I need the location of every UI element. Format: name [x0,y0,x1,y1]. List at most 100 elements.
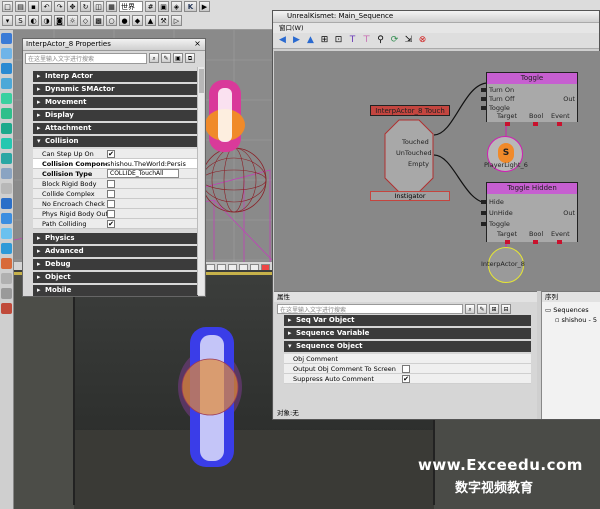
collapse-all-icon[interactable]: ⊟ [501,303,511,314]
toggle-out[interactable]: Out [563,95,575,103]
lightbulb-actor-perspective[interactable] [178,327,242,467]
category-advanced[interactable]: ▸ Advanced [33,246,198,257]
toggle-hidden-out[interactable]: Out [563,209,575,217]
category-display[interactable]: ▸ Display [33,110,198,121]
bool-pin[interactable] [533,240,538,244]
cylinder-brush-icon[interactable] [1,123,12,134]
search-icon[interactable]: ⚲ [375,35,386,46]
event-pin[interactable] [557,122,562,126]
touch-event-node[interactable]: InterpActor_8 Touch Touched UnTouched Em… [370,105,450,201]
new-icon[interactable]: □ [2,1,13,12]
volume-brush-icon[interactable] [1,183,12,194]
detail-icon[interactable]: ◆ [132,15,143,26]
properties-scrollbar[interactable] [197,67,204,295]
back-arrow-icon[interactable]: ◀ [277,35,288,46]
properties-search-input[interactable]: 在这里输入文字进行搜索 [25,52,147,64]
move-icon[interactable]: ✥ [67,1,78,12]
property-checkbox[interactable]: ✔ [402,374,410,383]
copy-icon[interactable]: ⧉ [185,53,195,63]
kismet-menu-window[interactable]: 窗口(W) [273,23,599,33]
target-pin[interactable] [505,122,510,126]
category-sequence-variable[interactable]: ▸ Sequence Variable [284,328,531,339]
category-dynamic-smactor[interactable]: ▸ Dynamic SMActor [33,84,198,95]
lock-icon[interactable]: ▣ [173,53,183,63]
rotate-icon[interactable]: ↻ [80,1,91,12]
input-pin[interactable] [481,106,486,110]
input-pin[interactable] [481,97,486,101]
redo-icon[interactable]: ↷ [54,1,65,12]
category-physics[interactable]: ▸ Physics [33,233,198,244]
collision-type-select[interactable]: COLLIDE_TouchAll [107,169,179,178]
toggle-toggle[interactable]: Toggle [489,104,510,112]
expand-all-icon[interactable]: ⊞ [489,303,499,314]
player-light-var[interactable]: S PlayerLight_6 [484,136,528,172]
unlit-icon[interactable]: ○ [106,15,117,26]
interp-actor-var[interactable]: InterpActor_8 [481,247,525,283]
parent-sequence-icon[interactable]: ⊞ [319,35,330,46]
scrollbar-thumb[interactable] [199,69,204,93]
show-all-icon[interactable] [1,303,12,314]
terrain-mode-icon[interactable] [1,63,12,74]
input-pin[interactable] [481,222,486,226]
input-pin[interactable] [481,211,486,215]
category-seq-var-object[interactable]: ▸ Seq Var Object [284,315,531,326]
tree-item-sequences[interactable]: ▭ Sequences [545,305,597,315]
content-icon[interactable]: ◈ [171,1,182,12]
camera-icon[interactable]: ◙ [54,15,65,26]
browser-icon[interactable]: ▣ [158,1,169,12]
update-icon[interactable]: ⟳ [389,35,400,46]
up-arrow-icon[interactable]: ▲ [305,35,316,46]
show-icon[interactable]: ◑ [41,15,52,26]
search-icon[interactable]: ⌕ [149,53,159,63]
lock-icon[interactable]: ▾ [2,15,13,26]
select-show-icon[interactable] [1,273,12,284]
category-mobile[interactable]: ▸ Mobile [33,285,198,296]
undo-icon[interactable]: ↶ [41,1,52,12]
toggle-hidden-node[interactable]: Toggle Hidden Hide UnHide Toggle Out Tar… [481,182,578,244]
csg-subtract-icon[interactable] [1,213,12,224]
kismet-button[interactable]: K [184,1,197,12]
search-icon[interactable]: ⌕ [465,303,475,314]
bool-pin[interactable] [533,122,538,126]
properties-titlebar[interactable]: InterpActor_8 Properties × [23,39,205,51]
play-icon[interactable]: ▷ [171,15,182,26]
csg-deintersect-icon[interactable] [1,243,12,254]
geometry-mode-icon[interactable] [1,48,12,59]
close-icon[interactable]: × [193,40,202,49]
input-pin[interactable] [481,88,486,92]
camera-mode-icon[interactable] [1,33,12,44]
category-debug[interactable]: ▸ Debug [33,259,198,270]
wireframe-icon[interactable]: ▩ [93,15,104,26]
shader-icon[interactable]: ▲ [145,15,156,26]
category-collision[interactable]: ▾ Collision [33,136,198,147]
build-icon[interactable]: ⚒ [158,15,169,26]
category-object[interactable]: ▸ Object [33,272,198,283]
property-checkbox[interactable] [107,199,115,208]
scale-icon[interactable]: ◫ [93,1,104,12]
kismet-search-input[interactable]: 在这里输入文字进行搜索 [277,303,463,314]
clear-search-icon[interactable]: ✎ [477,303,487,314]
realtime-icon[interactable]: ◇ [80,15,91,26]
matinee-icon[interactable]: ▶ [199,1,210,12]
cube-brush-icon[interactable] [1,93,12,104]
coordinate-system-select[interactable]: 世界 [119,1,143,12]
property-checkbox[interactable]: ✔ [107,219,115,228]
cone-brush-icon[interactable] [1,108,12,119]
category-attachment[interactable]: ▸ Attachment [33,123,198,134]
stairs-brush-icon[interactable] [1,153,12,164]
instigator-link[interactable]: Instigator [370,191,450,201]
toggle-turn-on[interactable]: Turn On [489,86,514,94]
lit-icon[interactable]: ● [119,15,130,26]
lightbulb-actor[interactable] [205,80,245,152]
texture-mode-icon[interactable] [1,78,12,89]
new-sequence-icon[interactable]: ⊤ [361,35,372,46]
snap-icon[interactable]: ▦ [106,1,117,12]
save-icon[interactable]: ▪ [28,1,39,12]
toggle-hidden-toggle[interactable]: Toggle [489,220,510,228]
zoom-fit-icon[interactable]: ⊡ [333,35,344,46]
port-untouched[interactable]: UnTouched [396,149,432,157]
toggle-turn-off[interactable]: Turn Off [489,95,514,103]
property-checkbox[interactable] [107,209,115,218]
category-sequence-object[interactable]: ▾ Sequence Object [284,341,531,352]
clear-search-icon[interactable]: ✎ [161,53,171,63]
